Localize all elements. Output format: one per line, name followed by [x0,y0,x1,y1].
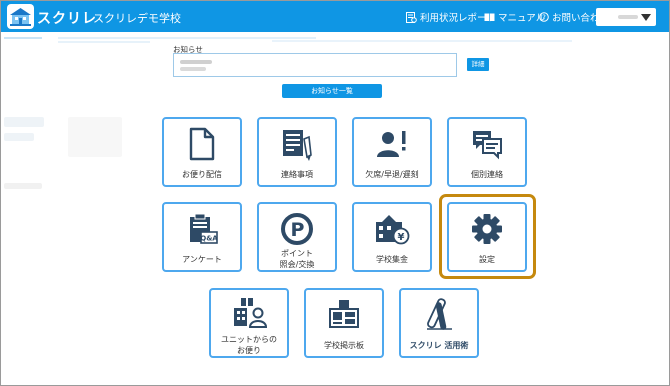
brand-name[interactable]: スクリレ [37,8,97,28]
tile-label: ポイント 照会/交換 [259,248,335,270]
tile-bulletin-board[interactable]: 学校掲示板 [304,288,384,358]
school-logo-icon [7,4,34,29]
tile-label: 学校集金 [376,255,408,264]
blurred-text [272,40,572,42]
tile-school-payment[interactable]: ¥ 学校集金 [352,202,432,272]
school-name: スクリレデモ学校 [93,12,181,25]
tile-individual-contact[interactable]: 個別連絡 [447,117,527,187]
tile-label-line1: ポイント [281,249,313,258]
person-alert-icon [377,131,406,157]
chevron-down-icon [641,14,651,21]
book-icon [484,13,495,21]
clipboard-qa-icon: Q&A [190,213,218,244]
tile-label: ユニットからの お便り [211,334,287,356]
notepad-pen-icon [283,130,312,161]
tile-unit-letters[interactable]: ユニットからの お便り [209,288,289,358]
blurred-side-content [4,117,44,127]
tile-absence-report[interactable]: 欠席/早退/遅刻 [352,117,432,187]
usage-report-link[interactable]: 利用状況レポート [406,10,496,24]
settings-highlight-frame [439,194,536,279]
rolled-documents-icon [427,298,452,330]
chat-bubbles-icon [473,131,502,160]
notice-detail-button[interactable]: 詳細 [467,58,489,71]
report-icon [406,11,417,23]
user-account-dropdown[interactable] [596,8,656,26]
tile-label: 連絡事項 [281,170,313,179]
user-name-blurred [618,15,638,19]
tile-label: スクリレ 活用術 [409,341,469,350]
tile-label: 学校掲示板 [324,341,364,350]
notice-text-blurred [180,60,212,64]
top-header: スクリレ スクリレデモ学校 利用状況レポート マニュアル ? お問い合わせ [1,1,669,32]
blurred-side-content [4,133,34,141]
manual-link[interactable]: マニュアル [484,10,545,24]
notice-list-button[interactable]: お知らせ一覧 [282,84,382,98]
tile-label: 欠席/早退/遅刻 [365,170,419,179]
tile-usage-tips[interactable]: スクリレ 活用術 [399,288,479,358]
svg-text:¥: ¥ [398,232,405,243]
school-yen-icon: ¥ [376,215,410,245]
blurred-side-content [4,183,42,189]
blurred-text [4,37,42,39]
svg-text:Q&A: Q&A [200,235,218,243]
blurred-text [58,37,316,39]
tile-label-line1: ユニットからの [221,335,277,344]
help-circle-icon: ? [539,12,549,22]
building-person-icon [234,298,267,328]
tile-points[interactable]: P ポイント 照会/交換 [257,202,337,272]
svg-text:P: P [291,219,305,241]
tile-contact-items[interactable]: 連絡事項 [257,117,337,187]
tile-survey[interactable]: Q&A アンケート [162,202,242,272]
bulletin-board-icon [329,300,359,328]
blurred-text [58,41,150,43]
svg-text:?: ? [542,14,546,22]
tile-label-line2: お便り [237,346,261,355]
tile-letter-delivery[interactable]: お便り配信 [162,117,242,187]
tile-label-line2: 照会/交換 [279,260,315,269]
notice-box[interactable] [173,53,457,77]
parking-points-icon: P [281,213,313,245]
tile-label: お便り配信 [182,170,222,179]
document-icon [189,127,215,161]
notice-text-blurred [180,67,206,71]
tile-label: 個別連絡 [471,170,503,179]
blurred-side-content [68,117,122,157]
tile-label: アンケート [182,255,222,264]
